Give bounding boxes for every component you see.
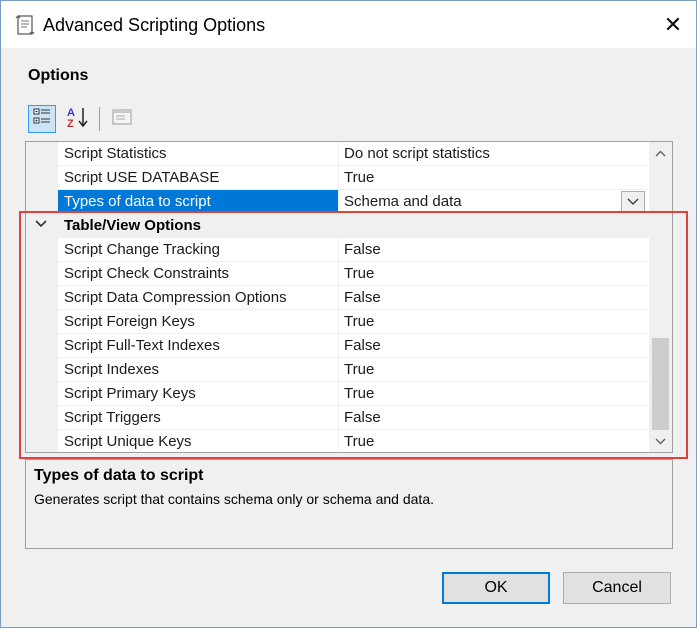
property-value[interactable]: False (344, 409, 381, 426)
property-value[interactable]: Do not script statistics (344, 145, 490, 162)
property-row-script-indexes[interactable]: Script Indexes True (58, 358, 649, 382)
category-row-table-view-options[interactable]: Table/View Options (26, 214, 649, 238)
categorized-icon (32, 107, 52, 131)
value-dropdown-button[interactable] (621, 191, 645, 212)
close-icon: ✕ (663, 11, 683, 37)
column-divider (338, 334, 339, 358)
description-title: Types of data to script (34, 467, 204, 484)
property-name: Script Statistics (64, 145, 167, 162)
scrollbar-thumb[interactable] (652, 338, 669, 430)
property-name: Script USE DATABASE (64, 169, 220, 186)
column-divider (338, 190, 339, 214)
property-grid: Script Statistics Do not script statisti… (25, 141, 673, 453)
vertical-scrollbar[interactable] (649, 142, 672, 452)
svg-text:Z: Z (67, 118, 74, 129)
property-name: Script Change Tracking (64, 241, 220, 258)
close-button[interactable]: ✕ (650, 1, 696, 48)
column-divider (338, 430, 339, 452)
property-name: Script Foreign Keys (64, 313, 195, 330)
toolbar-separator (99, 107, 100, 131)
chevron-expanded-icon[interactable] (34, 217, 48, 235)
chevron-down-icon (655, 434, 666, 448)
column-divider (338, 406, 339, 430)
property-row-script-foreign-keys[interactable]: Script Foreign Keys True (58, 310, 649, 334)
ok-button[interactable]: OK (442, 572, 550, 604)
sort-alphabetical-icon: A Z (66, 105, 90, 133)
property-value[interactable]: True (344, 361, 374, 378)
property-row-script-use-database[interactable]: Script USE DATABASE True (58, 166, 649, 190)
grid-gutter (26, 142, 58, 452)
column-divider (338, 142, 339, 166)
column-divider (338, 358, 339, 382)
scroll-up-button[interactable] (649, 144, 672, 162)
property-name: Script Check Constraints (64, 265, 230, 282)
scroll-down-button[interactable] (649, 432, 672, 450)
property-name: Script Indexes (64, 361, 160, 378)
title-bar[interactable]: Advanced Scripting Options ✕ (1, 1, 696, 48)
property-row-script-data-compression-options[interactable]: Script Data Compression Options False (58, 286, 649, 310)
column-divider (338, 310, 339, 334)
property-name: Script Primary Keys (64, 385, 196, 402)
property-value[interactable]: False (344, 289, 381, 306)
property-pages-button[interactable] (108, 105, 136, 133)
property-row-script-check-constraints[interactable]: Script Check Constraints True (58, 262, 649, 286)
column-divider (338, 238, 339, 262)
property-row-script-unique-keys[interactable]: Script Unique Keys True (58, 430, 649, 452)
column-divider (338, 262, 339, 286)
property-pages-icon (111, 106, 133, 132)
property-value[interactable]: True (344, 385, 374, 402)
property-row-script-full-text-indexes[interactable]: Script Full-Text Indexes False (58, 334, 649, 358)
advanced-scripting-options-dialog: Advanced Scripting Options ✕ Options A Z… (0, 0, 697, 628)
options-section-label: Options (28, 67, 89, 84)
column-divider (338, 166, 339, 190)
description-panel: Types of data to script Generates script… (25, 459, 673, 549)
property-value[interactable]: False (344, 337, 381, 354)
alphabetical-view-button[interactable]: A Z (64, 105, 92, 133)
window-title: Advanced Scripting Options (43, 15, 266, 35)
property-value[interactable]: Schema and data (344, 193, 462, 210)
category-name: Table/View Options (64, 217, 201, 234)
property-row-script-statistics[interactable]: Script Statistics Do not script statisti… (58, 142, 649, 166)
property-name: Script Triggers (64, 409, 161, 426)
chevron-up-icon (655, 146, 666, 160)
property-row-types-of-data-to-script[interactable]: Types of data to script Schema and data (58, 190, 649, 214)
column-divider (338, 286, 339, 310)
property-value[interactable]: True (344, 433, 374, 450)
property-row-script-primary-keys[interactable]: Script Primary Keys True (58, 382, 649, 406)
property-value[interactable]: True (344, 169, 374, 186)
property-value[interactable]: True (344, 313, 374, 330)
categorized-view-button[interactable] (28, 105, 56, 133)
description-text: Generates script that contains schema on… (34, 491, 434, 507)
column-divider (338, 382, 339, 406)
property-name: Script Data Compression Options (64, 289, 287, 306)
property-row-script-change-tracking[interactable]: Script Change Tracking False (58, 238, 649, 262)
property-row-script-triggers[interactable]: Script Triggers False (58, 406, 649, 430)
cancel-button[interactable]: Cancel (563, 572, 671, 604)
property-name: Script Full-Text Indexes (64, 337, 220, 354)
property-name: Types of data to script (64, 193, 211, 210)
property-name: Script Unique Keys (64, 433, 192, 450)
chevron-down-icon (627, 193, 639, 210)
property-value[interactable]: False (344, 241, 381, 258)
scroll-icon (13, 13, 37, 37)
property-value[interactable]: True (344, 265, 374, 282)
